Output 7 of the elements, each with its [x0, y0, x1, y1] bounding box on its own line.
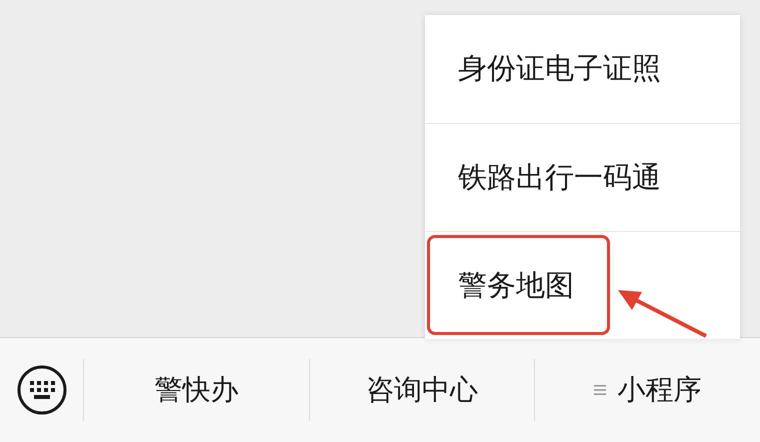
bottom-menu-item[interactable]: 小程序	[618, 371, 702, 409]
menu-item[interactable]: 铁路出行一码通	[425, 123, 740, 231]
menu-item[interactable]: 身份证电子证照	[425, 15, 740, 123]
keyboard-icon[interactable]	[16, 364, 68, 416]
menu-icon	[594, 384, 606, 396]
bottom-menu-item[interactable]: 咨询中心	[366, 371, 478, 409]
bottom-menu-item[interactable]: 警快办	[154, 371, 238, 409]
